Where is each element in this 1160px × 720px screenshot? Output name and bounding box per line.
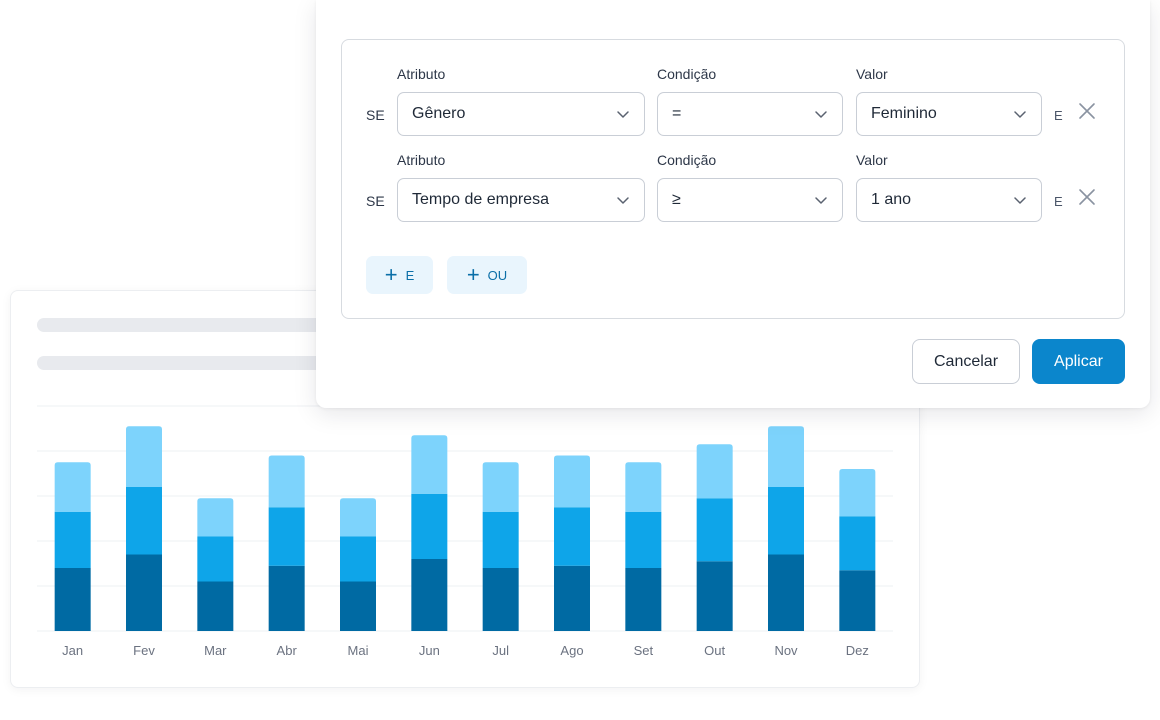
rule-connector: E [1054,194,1063,209]
bar-segment-mai-2 [340,536,376,582]
bar-segment-mar-1 [197,581,234,631]
bar-segment-fev-3 [126,426,162,487]
chevron-down-icon [1014,197,1026,204]
rule-prefix: SE [366,107,385,123]
bar-segment-nov-1 [768,554,804,631]
chevron-down-icon [617,111,629,118]
bar-segment-jul-3 [482,462,519,512]
x-tick-label: Ago [560,643,583,658]
rule-connector: E [1054,108,1063,123]
bar-segment-nov-2 [768,487,804,555]
x-tick-label: Jul [492,643,509,658]
bar-segment-jun-1 [411,559,448,631]
x-tick-label: Set [634,643,654,658]
x-tick-label: Fev [133,643,155,658]
bar-segment-set-2 [625,511,662,568]
value-label: Valor [856,152,888,168]
bar-segment-dez-1 [839,570,876,631]
chevron-down-icon [1014,111,1026,118]
condition-select-value: = [672,105,682,122]
bar-segment-jan-1 [54,568,91,631]
attribute-select[interactable]: Tempo de empresa [397,178,645,222]
x-tick-label: Jan [62,643,83,658]
add-and-label: E [405,267,415,283]
value-select-value: 1 ano [871,191,912,208]
chevron-down-icon [617,197,629,204]
bar-segment-jun-3 [411,435,448,494]
attribute-select-value: Gênero [412,105,466,122]
bar-segment-set-3 [625,462,662,512]
bar-segment-abr-1 [268,565,305,631]
bar-segment-jan-2 [54,511,91,568]
chevron-down-icon [815,197,827,204]
x-tick-label: Mai [348,643,369,658]
value-select-value: Feminino [871,105,937,122]
bar-segment-ago-2 [554,507,590,566]
bar-segment-ago-3 [554,455,590,508]
bar-segment-mar-2 [197,536,234,582]
bar-segment-out-1 [696,561,733,631]
condition-select[interactable]: ≥ [657,178,843,222]
condition-label: Condição [657,152,717,168]
rule-prefix: SE [366,193,385,209]
plus-icon: + [466,262,480,287]
filter-rule-2: Atributo Condição Valor SE Tempo de empr… [342,126,1124,222]
x-tick-label: Mar [204,643,227,658]
bar-segment-fev-1 [126,554,162,631]
add-and-condition-button[interactable]: + E [366,256,433,294]
x-tick-label: Dez [846,643,869,658]
apply-button[interactable]: Aplicar [1032,339,1125,384]
bar-segment-jul-2 [482,511,519,568]
bar-segment-mar-3 [197,498,234,537]
bar-segment-mai-1 [340,581,376,631]
plus-icon: + [384,262,398,287]
bar-segment-abr-2 [268,507,305,566]
bar-segment-set-1 [625,568,662,631]
bar-segment-mai-3 [340,498,376,537]
remove-rule-close-icon[interactable] [1078,102,1096,120]
cancel-button[interactable]: Cancelar [912,339,1020,384]
bar-segment-out-3 [696,444,733,499]
x-tick-label: Nov [774,643,798,658]
bar-segment-jul-1 [482,568,519,631]
add-or-label: OU [487,267,508,283]
bar-segment-dez-2 [839,516,876,571]
x-tick-label: Abr [277,643,298,658]
bar-segment-out-2 [696,498,733,562]
add-or-condition-button[interactable]: + OU [447,256,527,294]
rules-container: Atributo Condição Valor SE Gênero = Femi… [341,39,1125,319]
remove-rule-close-icon[interactable] [1078,188,1096,206]
value-label: Valor [856,66,888,82]
value-select[interactable]: 1 ano [856,178,1042,222]
attribute-select-value: Tempo de empresa [412,191,549,208]
bar-segment-abr-3 [268,455,305,508]
bar-segment-ago-1 [554,565,590,631]
x-tick-label: Out [704,643,725,658]
bar-segment-jan-3 [54,462,91,512]
bar-segment-nov-3 [768,426,804,487]
condition-select-value: ≥ [672,191,681,208]
chevron-down-icon [815,111,827,118]
filter-panel: Atributo Condição Valor SE Gênero = Femi… [316,0,1150,408]
condition-label: Condição [657,66,717,82]
x-tick-label: Jun [419,643,440,658]
bar-segment-jun-2 [411,493,448,559]
attribute-label: Atributo [397,152,446,168]
bar-segment-fev-2 [126,487,162,555]
attribute-label: Atributo [397,66,446,82]
bar-segment-dez-3 [839,469,876,517]
filter-rule-1: Atributo Condição Valor SE Gênero = Femi… [342,40,1124,136]
